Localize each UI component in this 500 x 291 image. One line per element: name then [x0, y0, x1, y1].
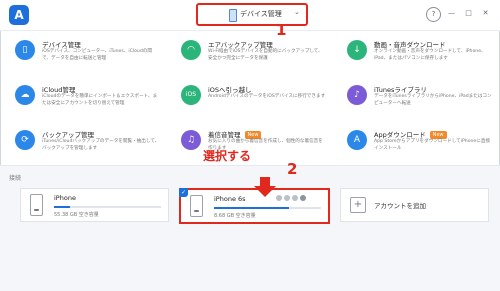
storage-bar-fill: [214, 207, 289, 209]
feature-title: Appダウンロード New: [374, 129, 447, 139]
feature-title-text: Appダウンロード: [374, 131, 426, 139]
feature-video-download[interactable]: ↓ 動画・音声ダウンロード オンライン動画・音声をダウンロードして、iPhone…: [332, 33, 498, 78]
phone-icon: [30, 194, 43, 216]
feature-icloud[interactable]: ☁ iCloud管理 iCloudのデータを簡単にインポート＆エクスポート、また…: [0, 78, 166, 123]
phone-icon: [229, 9, 237, 22]
storage-bar: [214, 207, 321, 209]
feature-app-download[interactable]: A Appダウンロード New App StoreからアプリをダウンロードしてiP…: [332, 123, 498, 168]
plus-icon: +: [350, 197, 366, 213]
feature-title: バックアップ管理: [42, 131, 94, 139]
feature-desc: iOSデバイス、コンピューター、iTunes、iCloudの間で、データを自由に…: [42, 49, 152, 61]
settings-icon[interactable]: [276, 195, 282, 201]
feature-title: エアバックアップ管理: [208, 41, 273, 49]
new-badge: New: [244, 131, 262, 139]
connected-devices-panel: 接続 iPhone 55.38 GB 空き容量 ✓ iPhone 6s 8.68…: [0, 165, 500, 291]
storage-text: 8.68 GB 空き容量: [214, 213, 256, 219]
storage-text: 55.38 GB 空き容量: [54, 212, 99, 218]
feature-title: iOSへ引っ越し: [208, 86, 252, 94]
feature-desc: Wi-Fi経由でiOSデバイスを自動的にバックアップして、安全かつ完全にデータを…: [208, 49, 323, 61]
backup-icon: ⟳: [15, 130, 35, 150]
phone-icon: ▯: [15, 40, 35, 60]
minimize-button[interactable]: —: [445, 7, 458, 20]
add-account-card[interactable]: + アカウントを追加: [340, 188, 489, 222]
feature-device-manager[interactable]: ▯ デバイス管理 iOSデバイス、コンピューター、iTunes、iCloudの間…: [0, 33, 166, 78]
device-card-iphone[interactable]: iPhone 55.38 GB 空き容量: [20, 188, 169, 222]
chevron-down-icon: ⌄: [294, 8, 300, 16]
phone-icon: [190, 195, 203, 217]
music-note-icon: ♪: [347, 85, 367, 105]
storage-bar: [54, 206, 161, 208]
info-icon[interactable]: [292, 195, 298, 201]
refresh-icon[interactable]: [284, 195, 290, 201]
download-icon: ↓: [347, 40, 367, 60]
feature-desc: AndroidデバイスのデータをiOSデバイスに移行できます: [208, 94, 326, 99]
storage-bar-fill: [54, 206, 71, 208]
feature-itunes-library[interactable]: ♪ iTunesライブラリ データをiTunesライブラリからiPhone、iP…: [332, 78, 498, 123]
feature-title-text: 着信音管理: [208, 131, 241, 139]
step-2-annotation: 2: [287, 160, 298, 178]
feature-air-backup[interactable]: ◠ エアバックアップ管理 Wi-Fi経由でiOSデバイスを自動的にバックアップし…: [166, 33, 332, 78]
window-controls: ? — □ ✕: [426, 7, 492, 22]
feature-desc: iTunes/iCloudバックアップのデータを閲覧・抽出して、バックアップを管…: [42, 139, 160, 151]
feature-desc: データをiTunesライブラリからiPhone、iPadまたはコンピューターへ転…: [374, 94, 492, 106]
checkmark-icon: ✓: [179, 188, 188, 197]
down-arrow-icon: [254, 177, 276, 197]
devices-section-label: 接続: [9, 175, 22, 182]
new-badge: New: [429, 131, 447, 139]
device-action-icons: [276, 195, 306, 201]
feature-title: 動画・音声ダウンロード: [374, 41, 446, 49]
device-selector-label: デバイス管理: [240, 10, 282, 18]
feature-title: デバイス管理: [42, 41, 81, 49]
feature-title: 着信音管理 New: [208, 129, 262, 139]
bell-icon: ♫: [181, 130, 201, 150]
feature-move-to-ios[interactable]: iOS iOSへ引っ越し AndroidデバイスのデータをiOSデバイスに移行で…: [166, 78, 332, 123]
feature-desc: オンライン動画・音声をダウンロードして、iPhone、iPad、またはパソコンに…: [374, 49, 486, 61]
help-button[interactable]: ?: [426, 7, 441, 22]
maximize-button[interactable]: □: [462, 7, 475, 20]
select-annotation: 選択する: [203, 149, 252, 163]
app-store-icon: A: [347, 130, 367, 150]
feature-backup-manager[interactable]: ⟳ バックアップ管理 iTunes/iCloudバックアップのデータを閲覧・抽出…: [0, 123, 166, 168]
feature-title: iTunesライブラリ: [374, 86, 427, 94]
device-name: iPhone 6s: [214, 195, 246, 203]
feature-grid: ▯ デバイス管理 iOSデバイス、コンピューター、iTunes、iCloudの間…: [0, 31, 500, 165]
device-name: iPhone: [54, 194, 76, 202]
feature-desc: App StoreからアプリをダウンロードしてiPhoneに直接インストール: [374, 139, 491, 151]
cloud-icon: ☁: [15, 85, 35, 105]
app-logo: A: [9, 5, 29, 25]
add-account-label: アカウントを追加: [374, 202, 426, 210]
feature-title: iCloud管理: [42, 86, 76, 94]
title-bar: A デバイス管理 ⌄ ? — □ ✕: [0, 0, 500, 31]
wifi-icon: ◠: [181, 40, 201, 60]
feature-desc: iCloudのデータを簡単にインポート＆エクスポート、または安全にアカウントを切…: [42, 94, 158, 106]
device-selector-dropdown[interactable]: デバイス管理 ⌄: [196, 3, 308, 26]
ios-icon: iOS: [181, 85, 201, 105]
close-button[interactable]: ✕: [479, 7, 492, 20]
eject-icon[interactable]: [300, 195, 306, 201]
